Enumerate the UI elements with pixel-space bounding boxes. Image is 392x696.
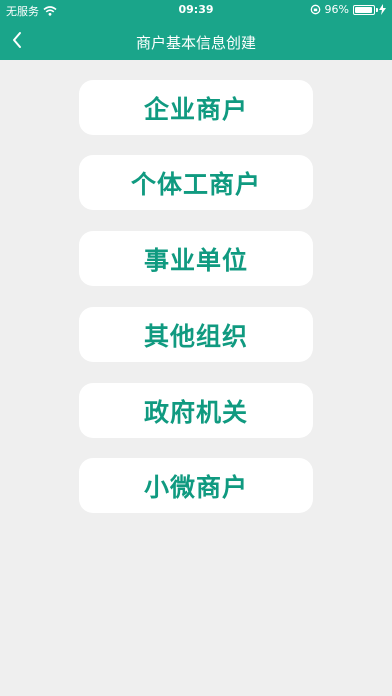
battery-icon [353, 4, 378, 15]
status-bar: 无服务 09:39 96% [0, 0, 392, 20]
rotation-lock-icon [310, 4, 321, 15]
charging-icon [379, 4, 386, 15]
page-title: 商户基本信息创建 [135, 34, 256, 52]
option-government-agency[interactable]: 政府机关 [79, 383, 313, 438]
option-individual-business[interactable]: 个体工商户 [79, 155, 313, 210]
app-header: 无服务 09:39 96% 商户基本信息创建 [0, 0, 392, 60]
battery-percent: 96% [324, 3, 349, 16]
navigation-bar: 商户基本信息创建 [0, 24, 392, 58]
option-micro-merchant[interactable]: 小微商户 [79, 458, 313, 513]
status-right: 96% [310, 3, 386, 16]
option-other-organization[interactable]: 其他组织 [79, 307, 313, 362]
option-public-institution[interactable]: 事业单位 [79, 231, 313, 286]
battery-fill [355, 6, 373, 13]
option-enterprise-merchant[interactable]: 企业商户 [79, 80, 313, 135]
